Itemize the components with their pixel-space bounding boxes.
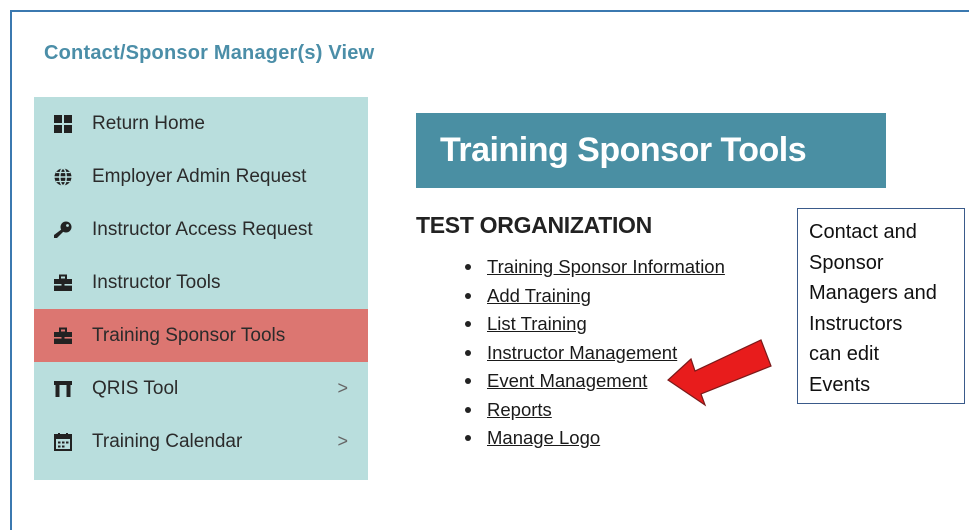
key-icon bbox=[52, 219, 74, 241]
sidebar-item-training-sponsor-tools[interactable]: Training Sponsor Tools bbox=[34, 309, 368, 362]
sidebar-item-label: Instructor Tools bbox=[92, 271, 221, 293]
link-instructor-management[interactable]: Instructor Management bbox=[487, 342, 677, 364]
sidebar-item-qris-tool[interactable]: QRIS Tool > bbox=[34, 362, 368, 415]
red-arrow-icon bbox=[667, 339, 772, 407]
sidebar-item-label: QRIS Tool bbox=[92, 377, 179, 399]
sidebar-item-label: Employer Admin Request bbox=[92, 165, 307, 187]
sidebar-item-return-home[interactable]: Return Home bbox=[34, 97, 368, 150]
sidebar-menu: Return Home Employer Admin Request Instr… bbox=[34, 97, 368, 480]
sidebar-item-label: Training Sponsor Tools bbox=[92, 324, 286, 346]
annotation-callout: Contact and Sponsor Managers and Instruc… bbox=[797, 208, 965, 404]
globe-icon bbox=[52, 166, 74, 188]
callout-line: Sponsor bbox=[809, 251, 884, 274]
callout-line: Contact and bbox=[809, 221, 917, 243]
page-title: Training Sponsor Tools bbox=[440, 131, 807, 169]
chevron-right-icon: > bbox=[337, 431, 348, 451]
link-event-management[interactable]: Event Management bbox=[487, 370, 647, 392]
organization-name: TEST ORGANIZATION bbox=[416, 212, 652, 238]
building-icon bbox=[52, 378, 74, 400]
calendar-icon bbox=[52, 431, 74, 453]
callout-line: Instructors bbox=[809, 312, 903, 335]
sidebar-item-label: Instructor Access Request bbox=[92, 218, 313, 240]
sidebar-item-label: Return Home bbox=[92, 112, 205, 134]
link-training-sponsor-information[interactable]: Training Sponsor Information bbox=[487, 256, 725, 278]
grid-icon bbox=[52, 113, 74, 135]
sidebar-item-employer-admin-request[interactable]: Employer Admin Request bbox=[34, 150, 368, 203]
link-manage-logo[interactable]: Manage Logo bbox=[487, 427, 600, 449]
link-reports[interactable]: Reports bbox=[487, 399, 552, 421]
briefcase-icon bbox=[52, 272, 74, 294]
page-banner: Training Sponsor Tools bbox=[416, 113, 886, 188]
briefcase-icon bbox=[52, 325, 74, 347]
view-title: Contact/Sponsor Manager(s) View bbox=[44, 42, 375, 64]
callout-line: can edit bbox=[809, 343, 880, 365]
callout-text: Contact and Sponsor Managers and Instruc… bbox=[809, 217, 959, 400]
link-list-training[interactable]: List Training bbox=[487, 313, 587, 335]
sidebar-item-training-calendar[interactable]: Training Calendar > bbox=[34, 415, 368, 468]
chevron-right-icon: > bbox=[337, 378, 348, 398]
callout-line: Events bbox=[809, 373, 871, 396]
callout-line: Managers and bbox=[809, 282, 937, 304]
link-add-training[interactable]: Add Training bbox=[487, 285, 591, 307]
sidebar-item-label: Training Calendar bbox=[92, 430, 243, 452]
sidebar-item-instructor-access-request[interactable]: Instructor Access Request bbox=[34, 203, 368, 256]
sidebar-item-instructor-tools[interactable]: Instructor Tools bbox=[34, 256, 368, 309]
